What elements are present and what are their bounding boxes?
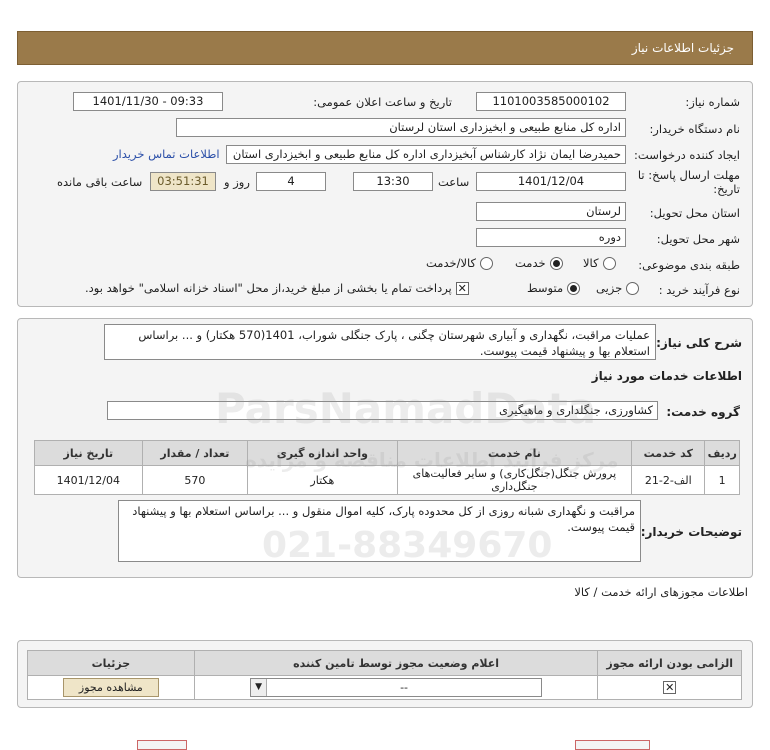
description-label: شرح کلی نیاز: bbox=[656, 336, 742, 350]
services-table-header: ردیف کد خدمت نام خدمت واحد اندازه گیری ت… bbox=[34, 440, 740, 466]
description-text: عملیات مراقبت، نگهداری و آبیاری شهرستان … bbox=[104, 324, 656, 360]
days-label: روز و bbox=[224, 175, 250, 189]
col-unit: واحد اندازه گیری bbox=[247, 440, 398, 466]
treasury-checkbox[interactable]: ✕ bbox=[455, 281, 469, 295]
bottom-button-left[interactable] bbox=[137, 740, 187, 750]
process-option-minor[interactable]: جزیی bbox=[596, 281, 640, 295]
page-title: جزئیات اطلاعات نیاز bbox=[631, 41, 734, 55]
category-option-goods-service-label: کالا/خدمت bbox=[426, 256, 477, 270]
category-option-service-label: خدمت bbox=[515, 256, 546, 270]
need-number-label: شماره نیاز: bbox=[685, 95, 740, 109]
buyer-org-label: نام دستگاه خریدار: bbox=[649, 122, 740, 136]
radio-goods-service[interactable] bbox=[480, 256, 494, 270]
category-label: طبقه بندی موضوعی: bbox=[638, 258, 740, 272]
permit-status-select[interactable]: ▼ -- bbox=[250, 678, 543, 697]
permits-table-header: الزامی بودن ارائه مجوز اعلام وضعیت مجوز … bbox=[27, 650, 742, 676]
buyer-notes-label: توضیحات خریدار: bbox=[640, 525, 742, 539]
cell-permit-details: مشاهده مجوز bbox=[27, 675, 195, 700]
treasury-payment-option[interactable]: ✕ پرداخت تمام یا بخشی از مبلغ خرید،از مح… bbox=[85, 281, 469, 295]
announce-datetime-field[interactable]: 1401/11/30 - 09:33 bbox=[73, 92, 223, 111]
cell-permit-status: ▼ -- bbox=[193, 675, 599, 700]
category-option-service[interactable]: خدمت bbox=[515, 256, 563, 270]
deadline-time-label: ساعت bbox=[438, 175, 470, 189]
services-table: ردیف کد خدمت نام خدمت واحد اندازه گیری ت… bbox=[34, 440, 740, 495]
col-permit-required: الزامی بودن ارائه مجوز bbox=[597, 650, 742, 676]
col-permit-details: جزئیات bbox=[27, 650, 195, 676]
cell-row-number: 1 bbox=[704, 465, 740, 495]
remaining-label: ساعت باقی مانده bbox=[57, 175, 143, 189]
deadline-date-label: تاریخ: bbox=[713, 182, 740, 196]
buyer-org-field[interactable]: اداره کل منابع طبیعی و ابخیزداری استان ل… bbox=[176, 118, 626, 137]
province-field[interactable]: لرستان bbox=[476, 202, 626, 221]
services-section-title: اطلاعات خدمات مورد نیاز bbox=[591, 369, 742, 383]
cell-quantity: 570 bbox=[141, 465, 249, 495]
table-row: 1 الف-2-21 پرورش جنگل(جنگل‌کاری) و سایر … bbox=[34, 465, 740, 495]
cell-service-name: پرورش جنگل(جنگل‌کاری) و سایر فعالیت‌های … bbox=[396, 465, 633, 495]
col-row-number: ردیف bbox=[704, 440, 740, 466]
service-group-label: گروه خدمت: bbox=[666, 405, 740, 419]
chevron-down-icon[interactable]: ▼ bbox=[251, 679, 268, 696]
view-permit-button[interactable]: مشاهده مجوز bbox=[62, 678, 159, 697]
need-info-panel bbox=[17, 81, 753, 307]
creator-field[interactable]: حمیدرضا ایمان نژاد کارشناس آبخیزداری ادا… bbox=[226, 145, 626, 164]
city-label: شهر محل تحویل: bbox=[656, 232, 740, 246]
radio-service[interactable] bbox=[549, 256, 563, 270]
deadline-date-field[interactable]: 1401/12/04 bbox=[476, 172, 626, 191]
days-field[interactable]: 4 bbox=[256, 172, 326, 191]
page-header: جزئیات اطلاعات نیاز bbox=[17, 31, 753, 65]
province-label: استان محل تحویل: bbox=[649, 206, 740, 220]
col-service-code: کد خدمت bbox=[631, 440, 706, 466]
service-group-field[interactable]: کشاورزی، جنگلداری و ماهیگیری bbox=[107, 401, 658, 420]
deadline-label: مهلت ارسال پاسخ: تا bbox=[637, 168, 740, 182]
radio-medium[interactable] bbox=[567, 281, 581, 295]
col-need-date: تاریخ نیاز bbox=[34, 440, 143, 466]
cell-permit-required: ✕ bbox=[597, 675, 742, 700]
cell-service-code: الف-2-21 bbox=[631, 465, 706, 495]
col-permit-status: اعلام وضعیت مجوز توسط تامین کننده bbox=[193, 650, 599, 676]
permits-table: الزامی بودن ارائه مجوز اعلام وضعیت مجوز … bbox=[27, 650, 742, 700]
treasury-payment-note: پرداخت تمام یا بخشی از مبلغ خرید،از محل … bbox=[85, 281, 452, 295]
need-number-field[interactable]: 1101003585000102 bbox=[476, 92, 626, 111]
bottom-button-right[interactable] bbox=[575, 740, 650, 750]
permit-status-value: -- bbox=[400, 681, 409, 694]
radio-minor[interactable] bbox=[626, 281, 640, 295]
permits-section-title: اطلاعات مجوزهای ارائه خدمت / کالا bbox=[574, 585, 748, 599]
process-option-medium[interactable]: متوسط bbox=[527, 281, 581, 295]
announce-label: تاریخ و ساعت اعلان عمومی: bbox=[313, 95, 452, 109]
category-option-goods-label: کالا bbox=[583, 256, 599, 270]
category-option-goods-service[interactable]: کالا/خدمت bbox=[426, 256, 494, 270]
table-row: ✕ ▼ -- مشاهده مجوز bbox=[27, 675, 742, 700]
creator-label: ایجاد کننده درخواست: bbox=[634, 148, 740, 162]
process-option-minor-label: جزیی bbox=[596, 281, 623, 295]
category-option-goods[interactable]: کالا bbox=[583, 256, 616, 270]
buyer-notes-text: مراقبت و نگهداری شبانه روزی از کل محدوده… bbox=[118, 500, 641, 562]
radio-goods[interactable] bbox=[602, 256, 616, 270]
cell-unit: هکتار bbox=[247, 465, 398, 495]
buyer-contact-link[interactable]: اطلاعات تماس خریدار bbox=[113, 147, 220, 161]
col-quantity: تعداد / مقدار bbox=[141, 440, 249, 466]
cell-need-date: 1401/12/04 bbox=[34, 465, 143, 495]
col-service-name: نام خدمت bbox=[396, 440, 633, 466]
deadline-time-field[interactable]: 13:30 bbox=[353, 172, 433, 191]
process-label: نوع فرآیند خرید : bbox=[658, 283, 740, 297]
permit-required-checkbox[interactable]: ✕ bbox=[663, 681, 677, 695]
remaining-time-field: 03:51:31 bbox=[150, 172, 216, 191]
process-option-medium-label: متوسط bbox=[527, 281, 564, 295]
city-field[interactable]: دوره bbox=[476, 228, 626, 247]
